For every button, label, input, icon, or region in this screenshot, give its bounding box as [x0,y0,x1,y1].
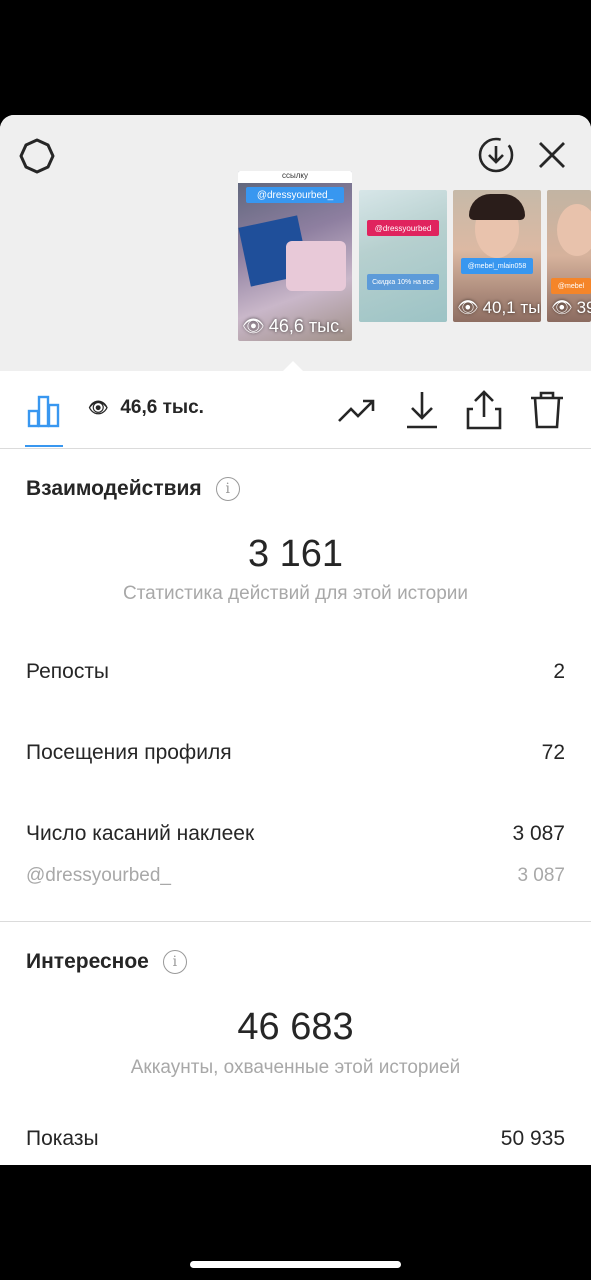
stat-row-profile-visits: Посещения профиля 72 [26,741,565,764]
insights-sheet: ссылку @dressyourbed_ 👁 46,6 тыс. @dress… [0,115,591,1165]
discovery-total: 46 683 [237,1006,354,1048]
story-mention-tag[interactable]: @dressyourbed [367,220,439,236]
story-views: 👁 39 [551,298,591,317]
story-caption: Скидка 10% на все [367,274,439,290]
story-thumbnail[interactable]: @dressyourbed Скидка 10% на все [359,190,447,322]
stat-row-reposts: Репосты 2 [26,660,565,683]
trending-icon[interactable] [336,391,378,431]
story-mention-tag[interactable]: @mebel [551,278,591,294]
info-icon[interactable]: i [162,950,187,974]
bar-chart-icon[interactable] [24,391,64,431]
discovery-section-title: Интересное i [26,950,187,974]
story-mention-tag[interactable]: @dressyourbed_ [246,187,344,203]
story-views: 👁 46,6 тыс. [242,316,345,336]
story-tag-top: ссылку [281,171,308,180]
discovery-caption: Аккаунты, охваченные этой историей [130,1057,461,1078]
stat-row-sticker-taps: Число касаний наклеек 3 087 [26,822,565,845]
eye-icon: 👁 [551,298,573,317]
story-carousel: ссылку @dressyourbed_ 👁 46,6 тыс. @dress… [0,115,591,372]
active-tab-indicator [25,445,63,447]
story-mention-tag[interactable]: @mebel_mlain058 [461,258,533,274]
eye-icon: 👁 [457,298,479,317]
trash-icon[interactable] [526,387,568,433]
share-icon[interactable] [463,387,505,433]
section-divider [0,921,591,922]
story-toolbar: 👁 46,6 тыс. [0,371,591,449]
gear-icon[interactable] [16,135,58,177]
info-icon[interactable]: i [215,477,240,501]
story-thumbnail[interactable]: @mebel 👁 39 [547,190,591,322]
eye-icon: 👁 [242,316,265,336]
stat-subrow-sticker: @dressyourbed_ 3 087 [26,865,565,886]
home-indicator[interactable] [190,1261,401,1268]
close-icon[interactable] [530,133,574,177]
download-circle-icon[interactable] [474,133,518,177]
story-thumbnail-selected[interactable]: ссылку @dressyourbed_ 👁 46,6 тыс. [238,171,352,341]
interactions-total: 3 161 [247,533,344,575]
story-thumbnail[interactable]: @mebel_mlain058 👁 40,1 ты [453,190,541,322]
eye-icon: 👁 [88,400,109,417]
interactions-caption: Статистика действий для этой истории [122,583,469,604]
story-views: 👁 40,1 ты [457,298,541,317]
interactions-section-title: Взаимодействия i [26,477,240,501]
download-icon[interactable] [402,387,442,433]
views-summary: 👁 46,6 тыс. [88,397,204,418]
stat-row-impressions: Показы 50 935 [26,1127,565,1150]
